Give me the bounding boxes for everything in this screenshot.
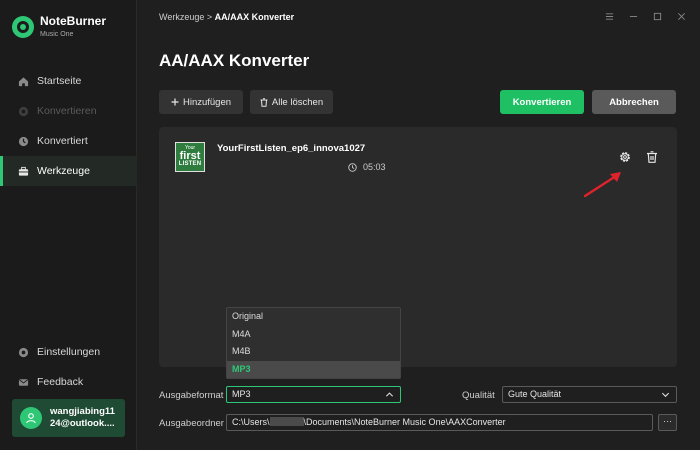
user-icon (26, 413, 36, 424)
avatar (20, 407, 42, 429)
minimize-icon[interactable] (628, 11, 638, 21)
clear-all-button[interactable]: Alle löschen (250, 90, 333, 114)
sidebar-item-label: Feedback (37, 376, 84, 388)
chevron-down-icon (661, 390, 670, 399)
sidebar-item-konvertieren[interactable]: Konvertieren (0, 96, 137, 126)
sidebar: NoteBurner Music One Startseite Konverti… (0, 0, 137, 450)
format-dropdown-menu: Original M4A M4B MP3 (226, 307, 401, 379)
format-option-m4b[interactable]: M4B (227, 343, 400, 361)
breadcrumb-parent[interactable]: Werkzeuge (159, 12, 204, 22)
plus-icon (171, 98, 179, 106)
format-option-mp3[interactable]: MP3 (227, 360, 400, 378)
mail-icon (18, 377, 29, 388)
sidebar-item-label: Einstellungen (37, 346, 101, 358)
sidebar-item-label: Werkzeuge (37, 165, 90, 177)
page-title: AA/AAX Konverter (159, 51, 310, 70)
file-name: YourFirstListen_ep6_innova1027 (217, 143, 366, 154)
breadcrumb-separator: > (206, 12, 213, 22)
sidebar-item-feedback[interactable]: Feedback (0, 367, 137, 397)
output-format-label: Ausgabeformat (159, 390, 224, 401)
title-bar: Werkzeuge > AA/AAX Konverter (137, 0, 700, 34)
output-format-select[interactable]: MP3 (226, 386, 401, 403)
sidebar-item-label: Konvertieren (37, 105, 97, 117)
convert-button[interactable]: Konvertieren (500, 90, 584, 114)
output-folder-label: Ausgabeordner (159, 418, 224, 429)
output-folder-input[interactable]: C:\Users\ \Documents\NoteBurner Music One… (226, 414, 653, 431)
cancel-button[interactable]: Abbrechen (592, 90, 676, 114)
home-icon (18, 76, 29, 87)
trash-icon (260, 97, 268, 107)
close-icon[interactable] (676, 11, 686, 21)
maximize-icon[interactable] (652, 11, 662, 21)
file-settings-gear-icon[interactable] (618, 150, 632, 164)
annotation-arrow-icon (583, 172, 621, 198)
file-duration: 05:03 (348, 162, 386, 172)
chevron-up-icon (385, 390, 394, 399)
browse-folder-button[interactable]: ··· (658, 414, 677, 431)
breadcrumb: Werkzeuge > AA/AAX Konverter (159, 12, 294, 22)
window-controls (604, 11, 686, 21)
sidebar-item-label: Startseite (37, 75, 82, 87)
app-name: NoteBurner (40, 14, 107, 28)
toolbox-icon (18, 166, 29, 177)
user-account-card[interactable]: wangjiabing11 24@outlook.... (12, 399, 125, 437)
sidebar-item-werkzeuge[interactable]: Werkzeuge (0, 156, 137, 186)
gear-icon (18, 347, 29, 358)
redacted-username (269, 417, 304, 426)
sidebar-item-konvertiert[interactable]: Konvertiert (0, 126, 137, 156)
user-email: wangjiabing11 24@outlook.... (50, 406, 115, 429)
brand: NoteBurner Music One (12, 14, 106, 38)
format-option-m4a[interactable]: M4A (227, 326, 400, 344)
file-delete-trash-icon[interactable] (645, 150, 659, 164)
quality-select[interactable]: Gute Qualität (502, 386, 677, 403)
convert-icon (18, 106, 29, 117)
app-subtitle: Music One (40, 31, 74, 38)
sidebar-bottom: Einstellungen Feedback (0, 337, 137, 397)
menu-icon[interactable] (604, 11, 614, 21)
sidebar-item-startseite[interactable]: Startseite (0, 66, 137, 96)
format-option-original[interactable]: Original (227, 308, 400, 326)
breadcrumb-current: AA/AAX Konverter (214, 12, 295, 22)
history-icon (18, 136, 29, 147)
sidebar-item-label: Konvertiert (37, 135, 88, 147)
sidebar-item-einstellungen[interactable]: Einstellungen (0, 337, 137, 367)
sidebar-nav: Startseite Konvertieren Konvertiert Werk… (0, 66, 137, 186)
audiobook-cover: Your first LISTEN (175, 142, 205, 172)
quality-label: Qualität (462, 390, 495, 401)
noteburner-logo-icon (12, 16, 34, 38)
add-button[interactable]: Hinzufügen (159, 90, 243, 114)
clock-icon (348, 162, 357, 172)
